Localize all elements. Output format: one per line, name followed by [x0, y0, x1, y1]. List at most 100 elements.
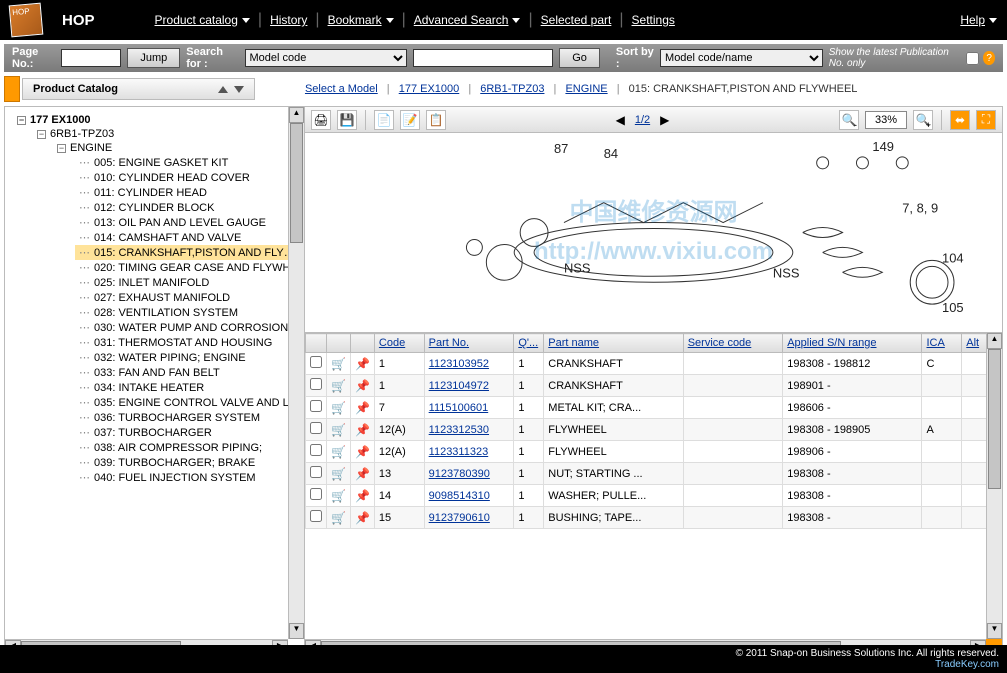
search-input[interactable] — [413, 49, 553, 67]
pin-icon[interactable]: 📌 — [355, 423, 370, 437]
pin-icon[interactable]: 📌 — [355, 467, 370, 481]
cart-icon[interactable]: 🛒 — [331, 401, 346, 415]
tree-scrollbar-vertical[interactable]: ▲ ▼ — [288, 107, 304, 639]
note-icon[interactable]: 📝 — [400, 110, 420, 130]
tree-item[interactable]: ⋯030: WATER PUMP AND CORROSION RESISTOR — [75, 320, 302, 335]
col-code[interactable]: Code — [374, 334, 424, 353]
table-row[interactable]: 🛒📌711151006011METAL KIT; CRA...198606 - — [306, 397, 1002, 419]
scroll-up-button[interactable]: ▲ — [987, 333, 1002, 349]
scroll-thumb[interactable] — [988, 349, 1001, 489]
pin-icon[interactable]: 📌 — [355, 379, 370, 393]
new-note-icon[interactable]: 📄 — [374, 110, 394, 130]
row-checkbox[interactable] — [310, 488, 322, 500]
col-chk[interactable] — [306, 334, 327, 353]
tree-item[interactable]: ⋯035: ENGINE CONTROL VALVE AND LEVER — [75, 395, 302, 410]
part-no-link[interactable]: 1123104972 — [429, 380, 489, 392]
nav-settings[interactable]: Settings — [632, 11, 675, 29]
tree-item[interactable]: ⋯036: TURBOCHARGER SYSTEM — [75, 410, 302, 425]
help-icon[interactable]: ? — [983, 51, 995, 65]
col-cart[interactable] — [327, 334, 351, 353]
tree-item[interactable]: ⋯020: TIMING GEAR CASE AND FLYWHEEL HOUS… — [75, 260, 302, 275]
breadcrumb-select-model[interactable]: Select a Model — [305, 83, 378, 95]
tree-item[interactable]: ⋯040: FUEL INJECTION SYSTEM — [75, 470, 302, 485]
table-row[interactable]: 🛒📌1591237906101BUSHING; TAPE...198308 - — [306, 507, 1002, 529]
tree-item[interactable]: ⋯014: CAMSHAFT AND VALVE — [75, 230, 302, 245]
fit-page-icon[interactable]: ⛶ — [976, 110, 996, 130]
part-no-link[interactable]: 9098514310 — [429, 490, 490, 502]
tree-item[interactable]: ⋯038: AIR COMPRESSOR PIPING; — [75, 440, 302, 455]
cart-icon[interactable]: 🛒 — [331, 467, 346, 481]
show-latest-toggle[interactable]: Show the latest Publication No. only ? — [829, 47, 995, 69]
table-scrollbar-vertical[interactable]: ▲ ▼ — [986, 333, 1002, 639]
jump-button[interactable]: Jump — [127, 48, 180, 68]
show-latest-checkbox[interactable] — [966, 52, 979, 65]
col-part_no[interactable]: Part No. — [424, 334, 514, 353]
collapse-sidebar-button[interactable] — [4, 76, 20, 102]
table-row[interactable]: 🛒📌111231039521CRANKSHAFT198308 - 198812C — [306, 353, 1002, 375]
scroll-up-button[interactable]: ▲ — [289, 107, 304, 123]
help-link[interactable]: Help — [960, 13, 985, 27]
go-button[interactable]: Go — [559, 48, 600, 68]
tree-item[interactable]: ⋯028: VENTILATION SYSTEM — [75, 305, 302, 320]
pin-icon[interactable]: 📌 — [355, 511, 370, 525]
table-row[interactable]: 🛒📌12(A)11233113231FLYWHEEL198906 - — [306, 441, 1002, 463]
catalog-tab[interactable]: Product Catalog — [22, 78, 255, 100]
tree-item[interactable]: ⋯037: TURBOCHARGER — [75, 425, 302, 440]
tree-item[interactable]: −177 EX1000 — [13, 113, 302, 127]
breadcrumb-group[interactable]: ENGINE — [565, 83, 607, 95]
next-page-button[interactable]: ▶ — [660, 113, 669, 127]
nav-bookmark[interactable]: Bookmark — [328, 11, 394, 29]
cart-icon[interactable]: 🛒 — [331, 423, 346, 437]
expand-down-icon[interactable] — [234, 86, 244, 93]
sort-by-select[interactable]: Model code/name — [660, 49, 823, 67]
pin-icon[interactable]: 📌 — [355, 401, 370, 415]
col-sn_range[interactable]: Applied S/N range — [783, 334, 922, 353]
cart-icon[interactable]: 🛒 — [331, 379, 346, 393]
cart-icon[interactable]: 🛒 — [331, 445, 346, 459]
tree-item[interactable]: ⋯011: CYLINDER HEAD — [75, 185, 302, 200]
pin-icon[interactable]: 📌 — [355, 489, 370, 503]
fit-width-icon[interactable]: ⬌ — [950, 110, 970, 130]
row-checkbox[interactable] — [310, 510, 322, 522]
zoom-in-icon[interactable]: 🔍 — [913, 110, 933, 130]
col-pin[interactable] — [350, 334, 374, 353]
tree-item[interactable]: ⋯033: FAN AND FAN BELT — [75, 365, 302, 380]
page-no-input[interactable] — [61, 49, 121, 67]
scroll-down-button[interactable]: ▼ — [987, 623, 1002, 639]
cart-icon[interactable]: 🛒 — [331, 511, 346, 525]
tree-item[interactable]: −ENGINE — [53, 141, 302, 155]
tree-item[interactable]: ⋯034: INTAKE HEATER — [75, 380, 302, 395]
row-checkbox[interactable] — [310, 444, 322, 456]
row-checkbox[interactable] — [310, 400, 322, 412]
tree-item[interactable]: ⋯039: TURBOCHARGER; BRAKE — [75, 455, 302, 470]
part-no-link[interactable]: 9123780390 — [429, 468, 490, 480]
row-checkbox[interactable] — [310, 422, 322, 434]
table-row[interactable]: 🛒📌111231049721CRANKSHAFT198901 - — [306, 375, 1002, 397]
pin-icon[interactable]: 📌 — [355, 357, 370, 371]
tree-item[interactable]: ⋯031: THERMOSTAT AND HOUSING — [75, 335, 302, 350]
col-part_name[interactable]: Part name — [544, 334, 683, 353]
scroll-thumb[interactable] — [290, 123, 303, 243]
search-for-select[interactable]: Model code — [245, 49, 408, 67]
exploded-diagram[interactable]: 87 84 149 7, 8, 9 NSS NSS 104 105 中国维修资源… — [305, 133, 1002, 333]
zoom-input[interactable] — [865, 111, 907, 129]
nav-product-catalog[interactable]: Product catalog — [155, 11, 250, 29]
tree-item[interactable]: ⋯015: CRANKSHAFT,PISTON AND FLYWHEEL — [75, 245, 302, 260]
save-icon[interactable]: 💾 — [337, 110, 357, 130]
nav-selected-part[interactable]: Selected part — [541, 11, 612, 29]
tradekey-link[interactable]: TradeKey.com — [935, 659, 999, 670]
cart-icon[interactable]: 🛒 — [331, 357, 346, 371]
note2-icon[interactable]: 📋 — [426, 110, 446, 130]
part-no-link[interactable]: 1123312530 — [429, 424, 489, 436]
breadcrumb-pub[interactable]: 6RB1-TPZ03 — [480, 83, 544, 95]
tree-item[interactable]: −6RB1-TPZ03 — [33, 127, 302, 141]
table-row[interactable]: 🛒📌1391237803901NUT; STARTING ...198308 - — [306, 463, 1002, 485]
prev-page-button[interactable]: ◀ — [616, 113, 625, 127]
print-icon[interactable]: 🖨 — [311, 110, 331, 130]
table-row[interactable]: 🛒📌12(A)11233125301FLYWHEEL198308 - 19890… — [306, 419, 1002, 441]
col-service_code[interactable]: Service code — [683, 334, 783, 353]
part-no-link[interactable]: 9123790610 — [429, 512, 490, 524]
zoom-out-icon[interactable]: 🔍 — [839, 110, 859, 130]
nav-advanced-search[interactable]: Advanced Search — [414, 11, 521, 29]
help-menu[interactable]: Help — [960, 13, 997, 27]
